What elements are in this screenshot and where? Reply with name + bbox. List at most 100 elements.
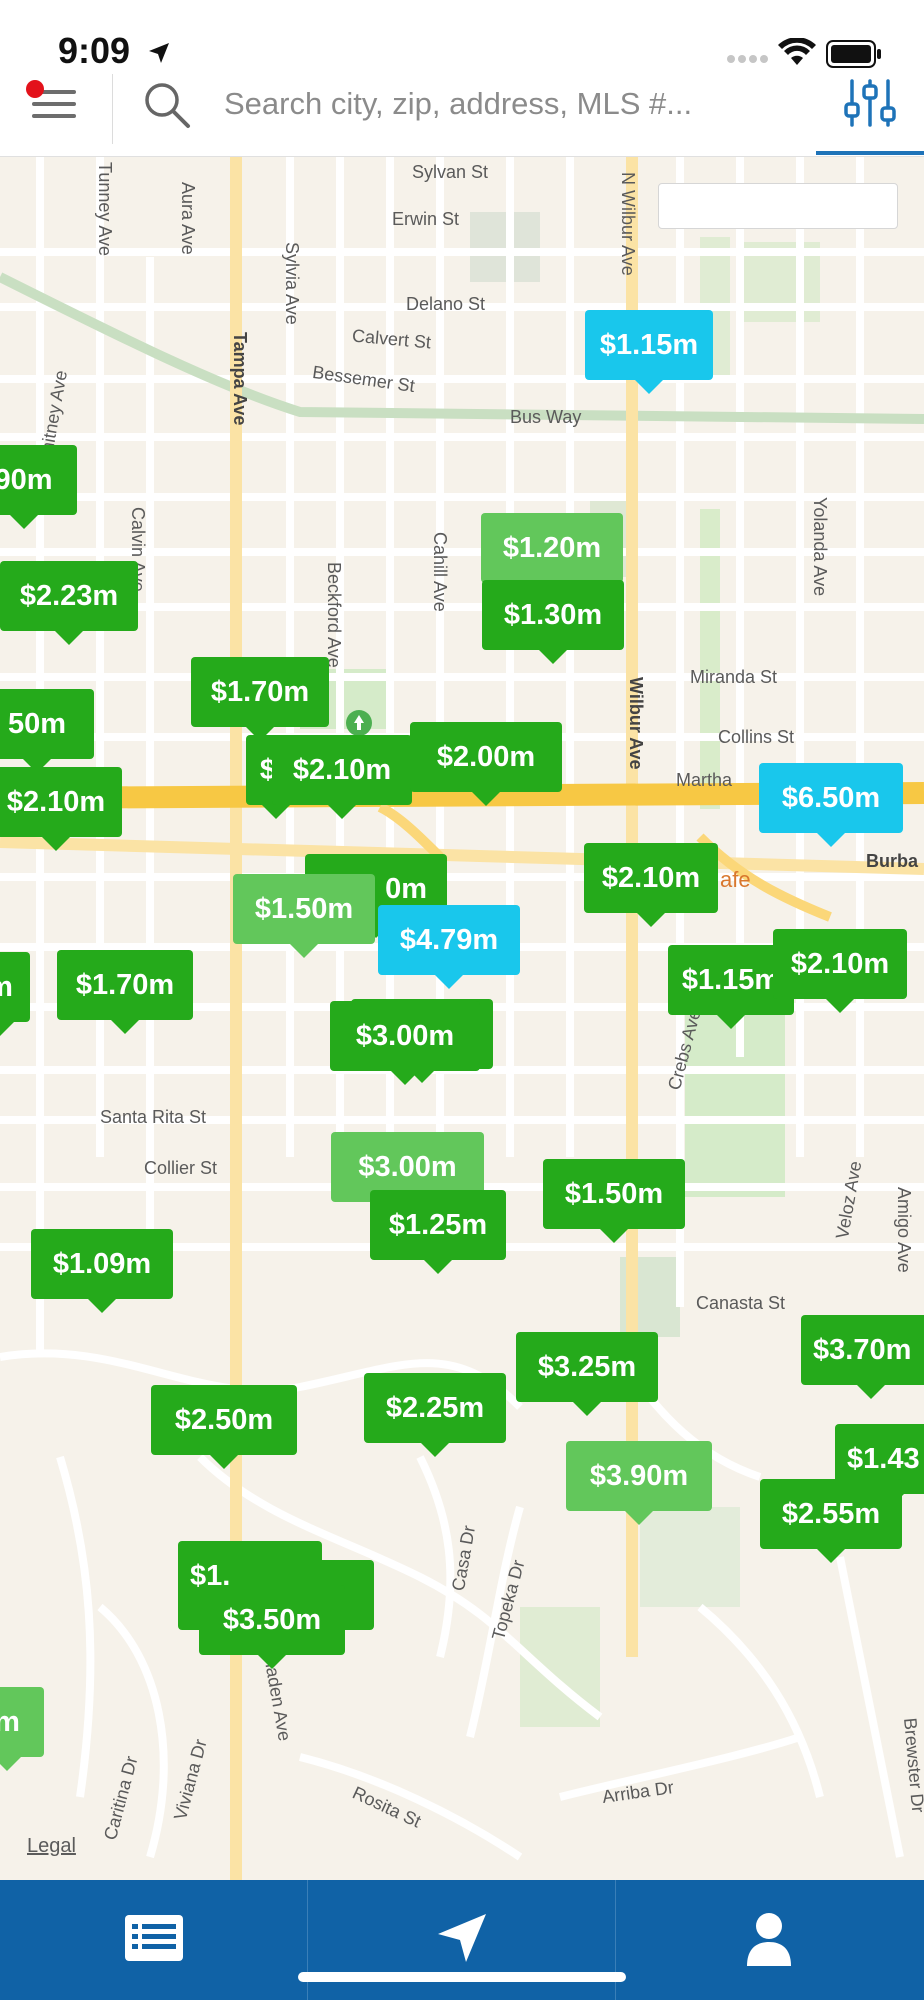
price-pin-label: $2.10m — [292, 753, 392, 786]
street-label: Sylvia Ave — [282, 242, 302, 325]
notification-dot — [26, 80, 44, 98]
price-pin[interactable]: $2.10m — [272, 735, 412, 819]
price-pin[interactable]: $3.25m — [516, 1332, 658, 1416]
price-pin-label: $4.79m — [399, 923, 499, 956]
account-button[interactable] — [616, 1880, 922, 2000]
price-pin[interactable]: m — [0, 1687, 44, 1771]
price-pin[interactable]: $1.50m — [543, 1159, 685, 1243]
filter-settings-icon[interactable] — [844, 78, 896, 128]
filter-active-indicator — [816, 151, 924, 155]
street-label: Canasta St — [696, 1293, 786, 1313]
list-icon — [125, 1915, 183, 1961]
price-pin-label: $1.25m — [388, 1208, 488, 1241]
price-pin[interactable]: $1.09m — [31, 1229, 173, 1313]
map-view[interactable]: Sylvan St Erwin St Delano St Calvert St … — [0, 157, 924, 1880]
price-pin[interactable]: 50m — [0, 689, 94, 773]
price-pin[interactable]: $2.10m — [773, 929, 907, 1013]
price-pin[interactable]: 90m — [0, 445, 77, 529]
price-pin[interactable]: $1.70m — [191, 657, 329, 741]
price-pin[interactable]: $2.10m — [584, 843, 718, 927]
price-pin[interactable]: $3.50m — [199, 1585, 345, 1669]
top-bar — [0, 0, 924, 157]
poi-label: afe — [720, 867, 751, 892]
price-pin-label: $1.50m — [254, 892, 354, 925]
price-pin[interactable]: $2.25m — [364, 1373, 506, 1457]
price-pin[interactable]: $1.70m — [57, 950, 193, 1034]
street-label: Miranda St — [690, 667, 778, 687]
price-pin[interactable]: $3.00m — [330, 1001, 480, 1085]
street-label: Amigo Ave — [894, 1187, 914, 1273]
current-location-button[interactable] — [308, 1880, 614, 2000]
search-input[interactable] — [222, 82, 786, 126]
price-pin[interactable]: $1.50m — [233, 874, 375, 958]
price-pin-label: $2.10m — [6, 785, 106, 818]
price-pin[interactable]: $2.55m — [760, 1479, 902, 1563]
price-pin-label: $3.50m — [222, 1603, 322, 1636]
street-label: Burba — [866, 851, 919, 871]
street-label: Aura Ave — [178, 182, 198, 255]
price-pin-label: 50m — [7, 707, 67, 740]
street-label: Sylvan St — [412, 162, 489, 182]
price-pin[interactable]: $3.70m — [801, 1315, 924, 1399]
price-pin[interactable]: $2.00m — [410, 722, 562, 806]
price-pin-label: $3.70m — [813, 1333, 912, 1366]
user-icon — [747, 1913, 791, 1966]
price-pin[interactable]: $2.10m — [0, 767, 122, 851]
park-icon — [346, 710, 372, 736]
price-pin-label: $6.50m — [781, 781, 881, 814]
home-indicator — [298, 1972, 626, 1982]
price-pin-label: $1.20m — [502, 531, 602, 564]
street-label: Tampa Ave — [230, 332, 250, 426]
map-search-area-box[interactable] — [658, 183, 898, 229]
price-pin-label: $1.70m — [75, 968, 175, 1001]
cellular-signal-icon — [727, 55, 768, 63]
price-pin[interactable]: $6.50m — [759, 763, 903, 847]
price-pin-label: $2.23m — [19, 579, 119, 612]
menu-icon-line — [32, 102, 76, 106]
wifi-icon — [778, 38, 816, 65]
street-label: Collins St — [718, 727, 795, 747]
price-pin-label: m — [0, 971, 13, 1004]
legal-link[interactable]: Legal — [27, 1835, 76, 1858]
price-pin[interactable]: $1.15m — [585, 310, 713, 394]
price-pin-label: $1.15m — [681, 963, 781, 996]
search-divider — [112, 74, 113, 144]
street-label: Tunney Ave — [95, 162, 115, 257]
menu-button[interactable] — [26, 78, 82, 124]
price-pin[interactable]: m — [0, 952, 30, 1036]
battery-icon — [826, 40, 881, 68]
price-pin-label: $3.00m — [358, 1150, 457, 1183]
price-pin-label: $1.50m — [564, 1177, 664, 1210]
street-label: Bus Way — [510, 407, 582, 427]
bottom-nav — [0, 1880, 924, 2000]
location-services-icon — [149, 43, 169, 63]
price-pin-label: $2.10m — [790, 947, 890, 980]
street-label: Erwin St — [392, 209, 460, 229]
location-arrow-icon — [438, 1914, 486, 1962]
street-label: Collier St — [144, 1158, 218, 1178]
price-pin[interactable]: $4.79m — [378, 905, 520, 989]
status-time: 9:09 — [58, 30, 131, 71]
price-pin[interactable]: $1.30m — [482, 580, 624, 664]
price-pin-label: $1.30m — [503, 598, 603, 631]
price-pin-label: $2.10m — [601, 861, 701, 894]
search-icon — [145, 83, 190, 128]
price-pin-label: $1.43 — [847, 1442, 920, 1475]
price-pin[interactable]: $1.20m — [481, 513, 623, 597]
price-pin-label: $2.50m — [174, 1403, 274, 1436]
price-pin-label: 0m — [385, 872, 427, 905]
price-pin[interactable]: $3.90m — [566, 1441, 712, 1525]
street-label: Martha — [676, 770, 733, 790]
price-pin[interactable]: $1.25m — [370, 1190, 506, 1274]
price-pin[interactable]: $2.23m — [0, 561, 138, 645]
price-pin-label: $2.25m — [385, 1391, 485, 1424]
list-view-button[interactable] — [0, 1880, 306, 2000]
street-label: N Wilbur Ave — [618, 172, 638, 276]
street-label: Wilbur Ave — [626, 677, 646, 770]
price-pin[interactable]: $2.50m — [151, 1385, 297, 1469]
price-pin-label: $3.90m — [589, 1459, 689, 1492]
price-pin-label: 90m — [0, 463, 53, 496]
street-label: Santa Rita St — [100, 1107, 207, 1127]
price-pin-label: $2.55m — [781, 1497, 881, 1530]
price-pin-label: m — [0, 1705, 20, 1738]
